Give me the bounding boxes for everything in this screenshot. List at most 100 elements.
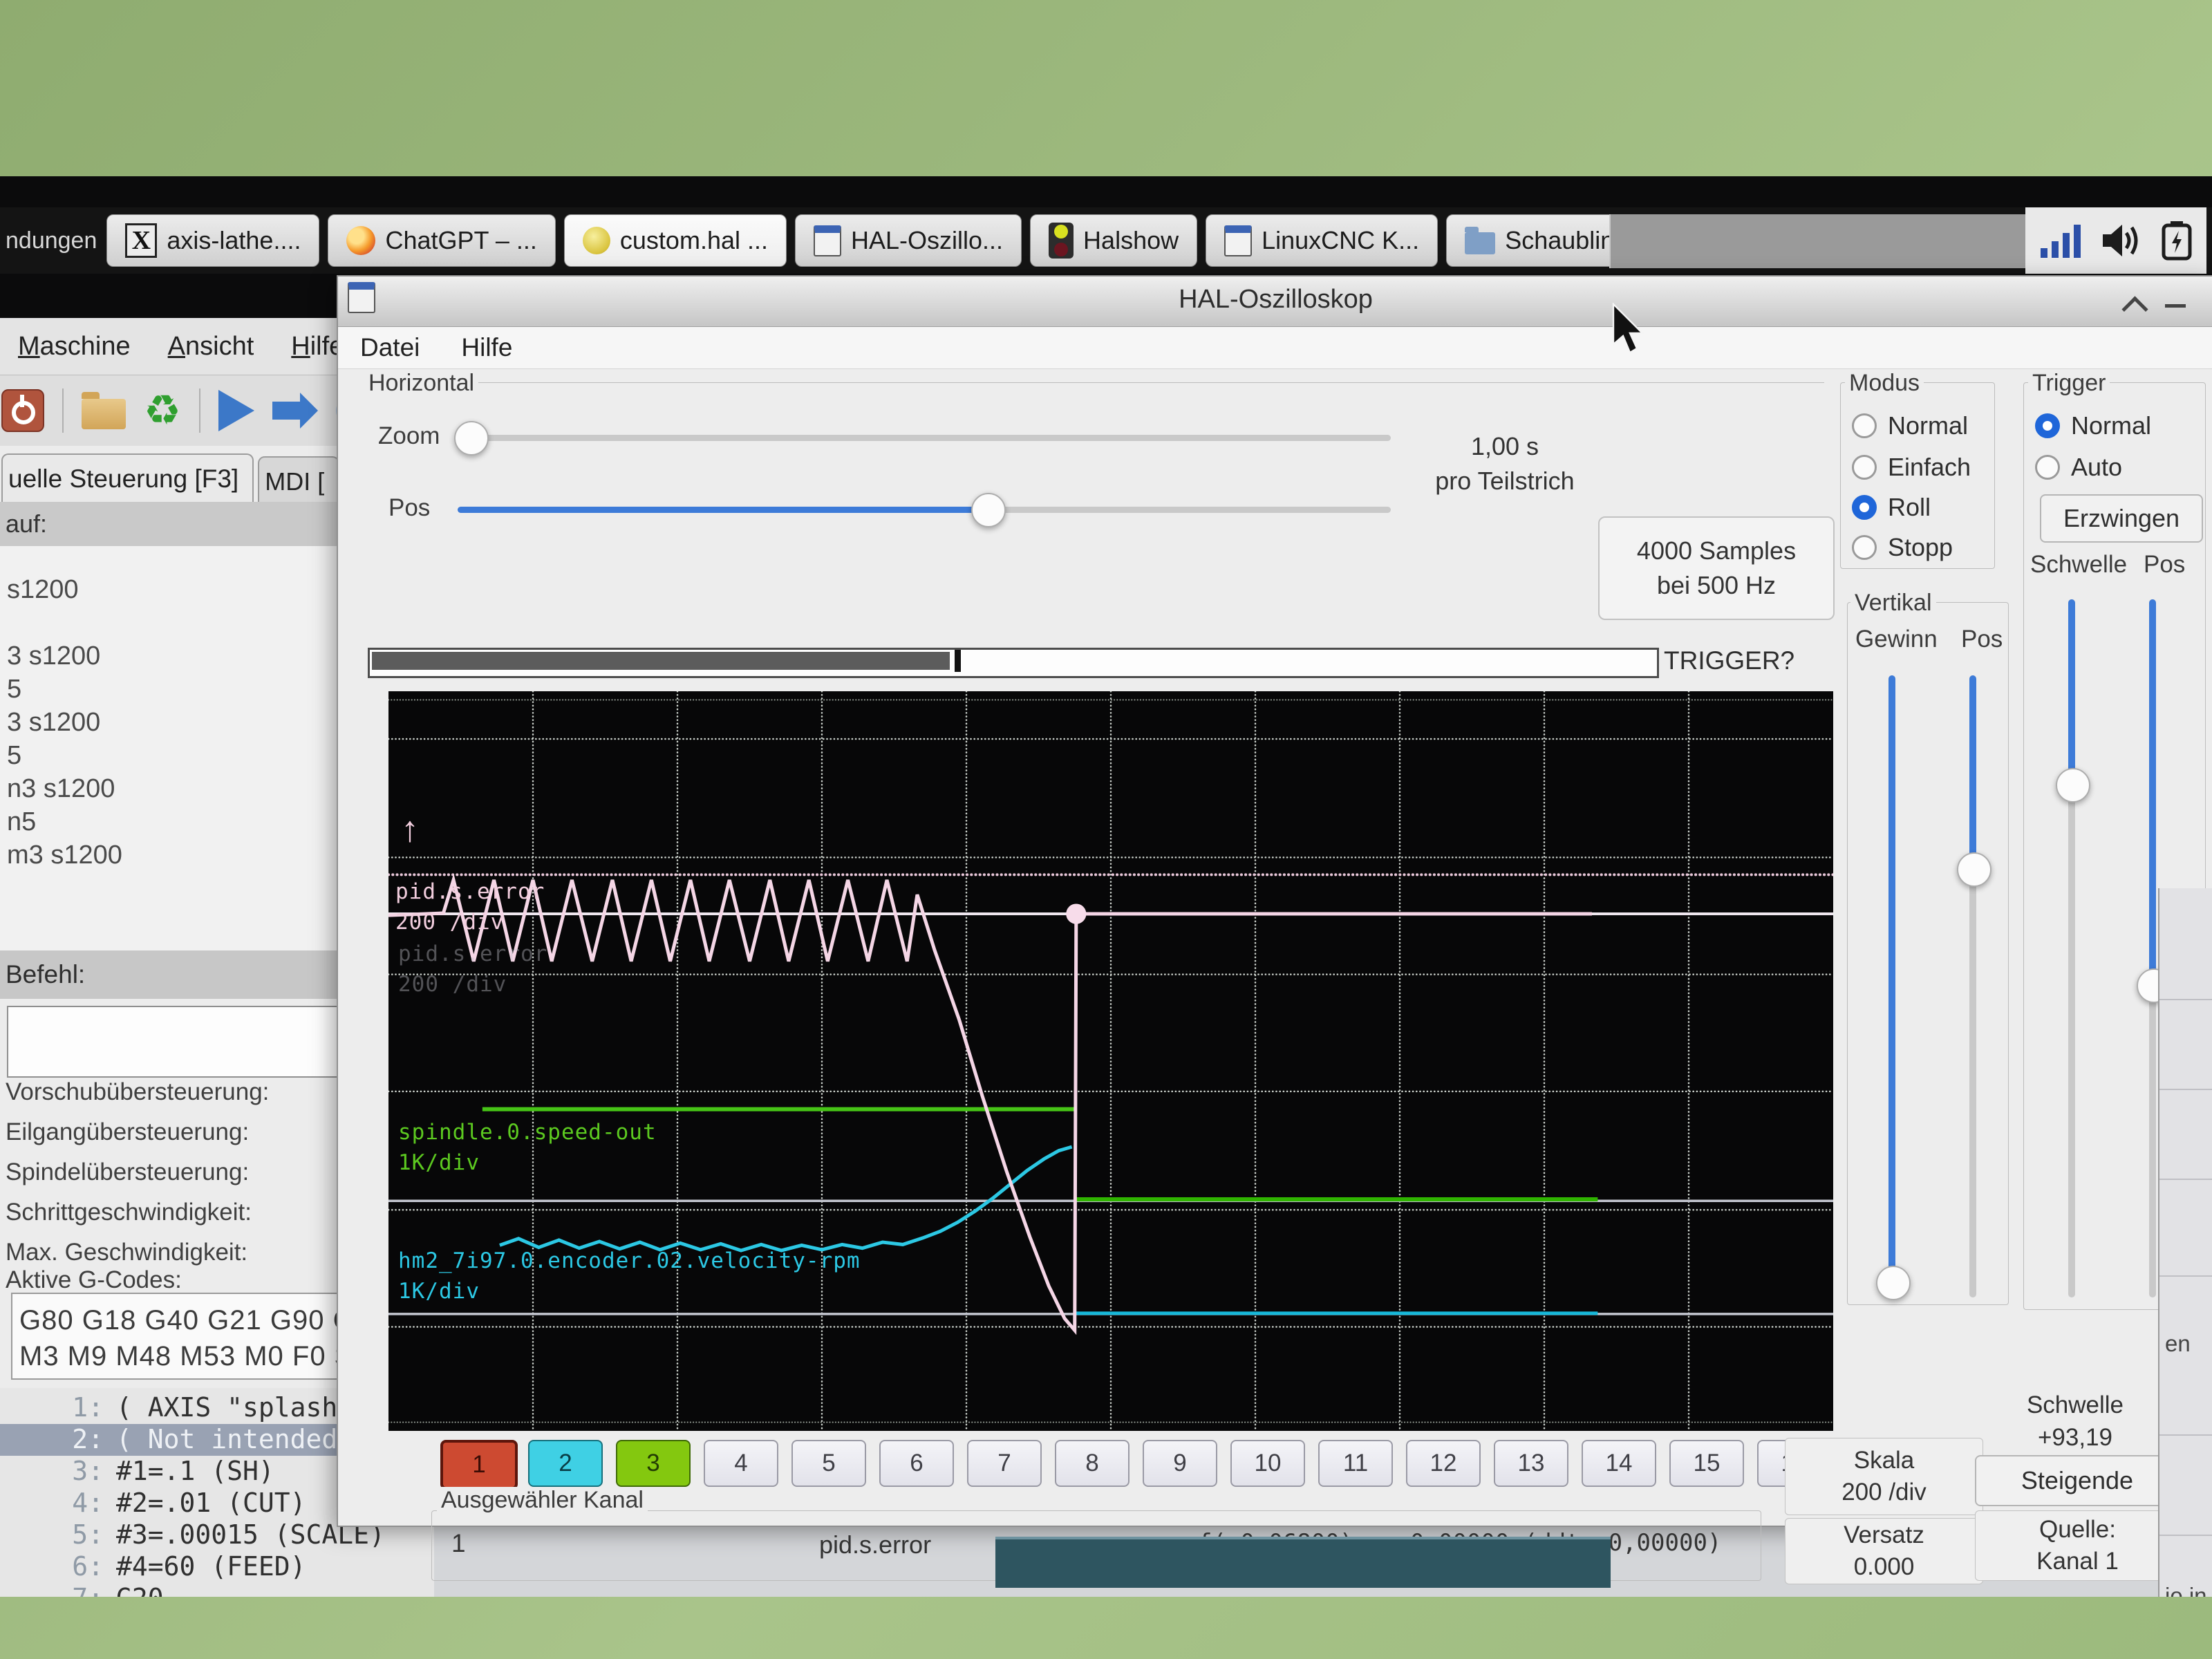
channel-button-3[interactable]: 3 xyxy=(616,1440,691,1487)
fragment-en: en xyxy=(2165,1331,2191,1357)
trigger-normal-radio[interactable]: Normal xyxy=(2035,411,2151,440)
task-button[interactable]: Halshow xyxy=(1030,214,1197,267)
channel-button-4[interactable]: 4 xyxy=(704,1440,778,1487)
tab-mdi[interactable]: MDI [ xyxy=(258,456,339,502)
task-button[interactable]: custom.hal ... xyxy=(564,214,787,267)
minimize-icon[interactable] xyxy=(2165,304,2186,308)
gewinn-slider-handle[interactable] xyxy=(1876,1266,1911,1300)
firefox-icon xyxy=(346,226,375,255)
samples-button[interactable]: 4000 Samples bei 500 Hz xyxy=(1598,516,1835,620)
max-velocity-label: Max. Geschwindigkeit: xyxy=(6,1239,247,1266)
mdi-history-entry[interactable]: n3 s1200 xyxy=(7,774,115,804)
trigger-force-button[interactable]: Erzwingen xyxy=(2040,494,2203,543)
gcode-line-number: 2: xyxy=(0,1424,116,1456)
channel2-scale-label: 1K/div xyxy=(398,1279,480,1304)
menu-datei[interactable]: Datei xyxy=(360,333,420,362)
gewinn-slider-fill xyxy=(1888,675,1895,1284)
task-button-label: Halshow xyxy=(1083,226,1179,255)
task-button[interactable]: HAL-Oszillo... xyxy=(795,214,1022,267)
record-position-bar[interactable] xyxy=(368,648,1659,678)
trigger-auto-radio[interactable]: Auto xyxy=(2035,453,2122,482)
channel-button-11[interactable]: 11 xyxy=(1318,1440,1393,1487)
folder-icon xyxy=(1465,232,1495,254)
gewinn-label: Gewinn xyxy=(1855,626,1938,653)
battery-icon[interactable] xyxy=(2161,220,2193,261)
hal-oszilloskop-window: HAL-Oszilloskop Datei Hilfe Horizontal Z… xyxy=(337,275,2212,1527)
modus-roll-radio[interactable]: Roll xyxy=(1852,493,1931,522)
modus-stopp-radio[interactable]: Stopp xyxy=(1852,533,1953,562)
mdi-history-entry[interactable]: n5 xyxy=(7,807,36,837)
zoom-slider-handle[interactable] xyxy=(454,421,489,456)
channel-button-1[interactable]: 1 xyxy=(440,1440,518,1490)
pos-slider-handle[interactable] xyxy=(971,493,1006,527)
scope-plot xyxy=(388,691,1833,1431)
task-button-label: ChatGPT – ... xyxy=(385,226,536,255)
rapid-override-label: Eilgangübersteuerung: xyxy=(6,1118,249,1146)
channel-button-6[interactable]: 6 xyxy=(879,1440,954,1487)
hal-titlebar[interactable]: HAL-Oszilloskop xyxy=(338,276,2212,327)
vertikal-groupbox xyxy=(1847,602,2009,1305)
edge-select-button[interactable]: Steigende xyxy=(1975,1455,2180,1506)
task-button-label: axis-lathe.... xyxy=(167,226,301,255)
channel-button-5[interactable]: 5 xyxy=(791,1440,866,1487)
radio-selected-icon[interactable] xyxy=(2035,413,2060,438)
reload-button[interactable]: ♻ xyxy=(144,390,181,431)
step-button[interactable] xyxy=(272,402,300,420)
applications-menu[interactable]: ndungen xyxy=(0,227,106,254)
gcode-line[interactable]: 6:#4=60 (FEED) xyxy=(0,1551,434,1583)
tab-manual-control[interactable]: uelle Steuerung [F3] xyxy=(1,453,254,502)
menu-maschine[interactable]: Maschine xyxy=(18,332,131,362)
record-position-tick xyxy=(955,650,961,672)
mdi-history-entry[interactable]: 3 s1200 xyxy=(7,641,100,671)
channel-button-7[interactable]: 7 xyxy=(967,1440,1042,1487)
mdi-history-entry[interactable]: 3 s1200 xyxy=(7,708,100,738)
window-icon xyxy=(1224,225,1252,256)
scope-display[interactable]: ↑ pid.s.error 200 /div pid.s.error 200 /… xyxy=(388,691,1833,1431)
channel-button-12[interactable]: 12 xyxy=(1406,1440,1481,1487)
open-file-button[interactable] xyxy=(82,399,126,429)
channel-button-2[interactable]: 2 xyxy=(528,1440,603,1487)
channel-button-14[interactable]: 14 xyxy=(1582,1440,1656,1487)
run-button[interactable] xyxy=(218,390,254,431)
selected-channel-name[interactable]: pid.s.error xyxy=(819,1530,931,1559)
mdi-history-entry[interactable]: 5 xyxy=(7,675,21,704)
channel-button-15[interactable]: 15 xyxy=(1669,1440,1744,1487)
time-per-div-unit: pro Teilstrich xyxy=(1394,467,1615,496)
halshow-window-fragment: en io.in io.ou NICH xyxy=(2158,888,2212,1597)
menu-hilfe[interactable]: Hilfe xyxy=(461,333,512,362)
gcode-line[interactable]: 7:G20 xyxy=(0,1583,434,1597)
mdi-history-entry[interactable]: s1200 xyxy=(7,575,79,605)
channel1-scale-label: 200 /div xyxy=(395,910,504,935)
mdi-history-entry[interactable]: 5 xyxy=(7,741,21,771)
spindle-override-label: Spindelübersteuerung: xyxy=(6,1159,249,1186)
estop-power-button[interactable] xyxy=(1,389,44,432)
channel1-name-label: pid.s.error xyxy=(395,879,545,904)
channel-button-10[interactable]: 10 xyxy=(1230,1440,1305,1487)
gcode-line-text: #2=.01 (CUT) xyxy=(116,1488,306,1519)
radio-icon[interactable] xyxy=(2035,455,2060,480)
volume-icon[interactable] xyxy=(2101,222,2143,259)
channel-button-13[interactable]: 13 xyxy=(1494,1440,1568,1487)
schwelle-slider-handle[interactable] xyxy=(2056,768,2090,803)
zoom-slider[interactable] xyxy=(458,435,1391,441)
radio-icon[interactable] xyxy=(1852,455,1877,480)
channel-button-8[interactable]: 8 xyxy=(1055,1440,1130,1487)
task-button[interactable]: LinuxCNC K... xyxy=(1206,214,1438,267)
channel-button-9[interactable]: 9 xyxy=(1143,1440,1217,1487)
modus-normal-radio[interactable]: Normal xyxy=(1852,411,1968,440)
gcode-line-number: 7: xyxy=(0,1583,116,1597)
window-title: HAL-Oszilloskop xyxy=(338,285,2212,315)
gcode-line-text: #1=.1 (SH) xyxy=(116,1456,274,1488)
signal-icon[interactable] xyxy=(2039,222,2083,259)
task-button[interactable]: Xaxis-lathe.... xyxy=(106,214,319,267)
menu-hilfe[interactable]: Hilfe xyxy=(291,332,344,362)
mdi-history-entry[interactable]: m3 s1200 xyxy=(7,841,122,870)
radio-selected-icon[interactable] xyxy=(1852,495,1877,520)
task-button[interactable]: ChatGPT – ... xyxy=(328,214,555,267)
modus-einfach-radio[interactable]: Einfach xyxy=(1852,453,1971,482)
channel2-name-label: hm2_7i97.0.encoder.02.velocity-rpm xyxy=(398,1248,861,1273)
menu-ansicht[interactable]: Ansicht xyxy=(168,332,254,362)
radio-icon[interactable] xyxy=(1852,535,1877,560)
radio-icon[interactable] xyxy=(1852,413,1877,438)
vertikal-pos-slider-handle[interactable] xyxy=(1957,852,1991,887)
